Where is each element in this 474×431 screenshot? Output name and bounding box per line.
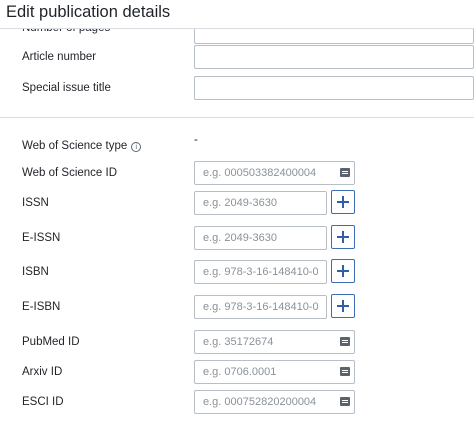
issn-input[interactable] <box>194 191 327 215</box>
special-issue-title-input[interactable] <box>194 76 474 100</box>
row-eissn: E-ISSN <box>0 225 474 250</box>
row-pubmed-id: PubMed ID <box>0 330 474 354</box>
wos-type-label: Web of Science type i <box>22 138 142 154</box>
wos-id-label: Web of Science ID <box>22 167 118 179</box>
special-issue-title-label: Special issue title <box>22 82 111 94</box>
wos-type-value: - <box>194 134 198 146</box>
info-icon[interactable]: i <box>131 142 142 152</box>
id-card-icon <box>340 397 350 406</box>
esci-id-input[interactable] <box>194 390 355 414</box>
row-issn: ISSN <box>0 190 474 215</box>
article-number-input[interactable] <box>194 45 474 69</box>
arxiv-id-input[interactable] <box>194 360 355 384</box>
article-number-label: Article number <box>22 51 97 63</box>
dialog-header: Edit publication details <box>0 0 474 29</box>
eissn-input[interactable] <box>194 226 327 250</box>
row-wos-type: Web of Science type i - <box>0 134 474 158</box>
row-special-issue-title: Special issue title <box>0 76 474 100</box>
add-eisbn-button[interactable] <box>331 294 355 318</box>
wos-type-label-text: Web of Science type <box>22 140 128 152</box>
wos-id-input[interactable] <box>194 161 355 185</box>
add-issn-button[interactable] <box>331 190 355 214</box>
row-wos-id: Web of Science ID <box>0 161 474 185</box>
id-card-icon <box>340 337 350 346</box>
row-arxiv-id: Arxiv ID <box>0 360 474 384</box>
id-card-icon <box>340 367 350 376</box>
row-esci-id: ESCI ID <box>0 390 474 414</box>
form-content: Number of pages Article number Special i… <box>0 0 474 431</box>
section-divider <box>0 117 474 118</box>
pubmed-id-label: PubMed ID <box>22 336 80 348</box>
eisbn-input[interactable] <box>194 295 327 319</box>
id-card-icon <box>340 168 350 177</box>
esci-id-label: ESCI ID <box>22 396 64 408</box>
row-eisbn: E-ISBN <box>0 294 474 319</box>
page-title: Edit publication details <box>6 3 171 21</box>
eisbn-label: E-ISBN <box>22 301 61 313</box>
add-isbn-button[interactable] <box>331 259 355 283</box>
isbn-input[interactable] <box>194 260 327 284</box>
add-eissn-button[interactable] <box>331 225 355 249</box>
isbn-label: ISBN <box>22 266 49 278</box>
row-article-number: Article number <box>0 45 474 69</box>
eissn-label: E-ISSN <box>22 232 61 244</box>
issn-label: ISSN <box>22 197 49 209</box>
arxiv-id-label: Arxiv ID <box>22 366 63 378</box>
row-isbn: ISBN <box>0 259 474 284</box>
pubmed-id-input[interactable] <box>194 330 355 354</box>
